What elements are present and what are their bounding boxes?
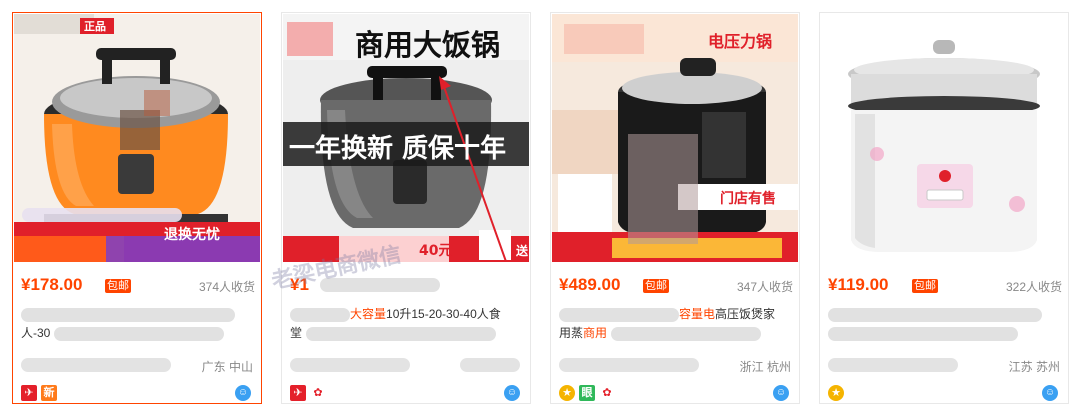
- flower-badge-icon: ✿: [310, 385, 326, 401]
- product-grid: 正品 退换无忧 ¥178.00 包邮 374人收货 人-30 广东 中山 ✈ 新…: [0, 0, 1080, 410]
- wangwang-chat-icon[interactable]: ☺: [504, 385, 520, 401]
- flower-badge-icon: ✿: [599, 385, 615, 401]
- location: 江苏 苏州: [1008, 360, 1060, 374]
- title-text: 高压饭煲家: [715, 307, 776, 321]
- title-line: 用蒸: [559, 326, 584, 340]
- free-shipping-badge: 包邮: [912, 279, 938, 293]
- tmall-icon: ✈: [290, 385, 306, 401]
- shop-name-blurred[interactable]: [828, 358, 958, 372]
- title-line: 堂: [290, 326, 303, 340]
- wangwang-chat-icon[interactable]: ☺: [773, 385, 789, 401]
- badge-row: ✈ 新 ☺: [21, 385, 253, 403]
- price-row: ¥489.00 包邮 347人收货: [559, 275, 793, 297]
- price: ¥489.00: [559, 275, 621, 294]
- shop-name-blurred[interactable]: [290, 358, 410, 372]
- eye-badge: 眼: [579, 385, 595, 401]
- wangwang-chat-icon[interactable]: ☺: [235, 385, 251, 401]
- product-image[interactable]: 正品 退换无忧: [14, 14, 260, 262]
- wangwang-chat-icon[interactable]: ☺: [1042, 385, 1058, 401]
- price: ¥1: [290, 275, 309, 294]
- shop-name-blurred[interactable]: [21, 358, 171, 372]
- gold-medal-icon: ★: [828, 385, 844, 401]
- product-title[interactable]: 容量电高压饭煲家 用蒸商用: [559, 305, 791, 345]
- product-title[interactable]: 人-30: [21, 305, 253, 345]
- title-text: 10升15-20-30-40人食: [386, 307, 501, 321]
- image-price-tail: 40元: [419, 243, 453, 259]
- image-banner-text: 退换无忧: [164, 227, 220, 243]
- price-row: ¥1: [290, 275, 524, 297]
- badge-row: ★ ☺: [828, 385, 1060, 403]
- gift-tag: 送: [515, 242, 529, 259]
- product-image[interactable]: 电压力锅 门店有售: [552, 14, 798, 262]
- image-banner-text: 门店有售: [720, 191, 776, 207]
- product-image[interactable]: 商用大饭锅 一年换新 质保十年 40元 送: [283, 14, 529, 262]
- product-title[interactable]: 大容量10升15-20-30-40人食 堂: [290, 305, 522, 345]
- badge-row: ★ 眼 ✿ ☺: [559, 385, 791, 403]
- title-highlight: 大容量: [350, 307, 387, 321]
- product-title[interactable]: [828, 305, 1060, 345]
- sold-count: 322人收货: [1005, 280, 1062, 294]
- new-badge: 新: [41, 385, 57, 401]
- product-card[interactable]: 电压力锅 门店有售 ¥489.00 包邮 347人收货 容量电高压饭煲家 用蒸商…: [550, 12, 800, 404]
- product-image[interactable]: [821, 14, 1067, 262]
- free-shipping-badge: 包邮: [643, 279, 669, 293]
- badge-row: ✈ ✿ ☺: [290, 385, 522, 403]
- shop-row: 江苏 苏州: [828, 356, 1060, 374]
- tmall-icon: ✈: [21, 385, 37, 401]
- product-card[interactable]: 商用大饭锅 一年换新 质保十年 40元 送 ¥1 大容量10升15-20-30-…: [281, 12, 531, 404]
- shop-name-blurred[interactable]: [559, 358, 699, 372]
- gold-medal-icon: ★: [559, 385, 575, 401]
- product-card[interactable]: ¥119.00 包邮 322人收货 江苏 苏州 ★ ☺: [819, 12, 1069, 404]
- price: ¥119.00: [828, 275, 889, 294]
- title-highlight: 容量电: [679, 307, 716, 321]
- image-headline: 电压力锅: [708, 32, 773, 51]
- sold-count: 347人收货: [736, 280, 793, 294]
- price-row: ¥178.00 包邮 374人收货: [21, 275, 255, 297]
- free-shipping-badge: 包邮: [105, 279, 131, 293]
- price: ¥178.00: [21, 275, 83, 294]
- title-highlight: 商用: [583, 326, 608, 340]
- sold-count: 374人收货: [198, 280, 255, 294]
- authentic-tag: 正品: [84, 20, 106, 33]
- product-card[interactable]: 正品 退换无忧 ¥178.00 包邮 374人收货 人-30 广东 中山 ✈ 新…: [12, 12, 262, 404]
- image-banner-text: 一年换新 质保十年: [289, 134, 507, 164]
- shop-row: [290, 356, 522, 374]
- location: 广东 中山: [201, 360, 253, 374]
- shop-row: 广东 中山: [21, 356, 253, 374]
- price-row: ¥119.00 包邮 322人收货: [828, 275, 1062, 297]
- image-headline: 商用大饭锅: [355, 28, 501, 62]
- title-line: 人-30: [21, 326, 51, 340]
- shop-row: 浙江 杭州: [559, 356, 791, 374]
- location: 浙江 杭州: [739, 360, 791, 374]
